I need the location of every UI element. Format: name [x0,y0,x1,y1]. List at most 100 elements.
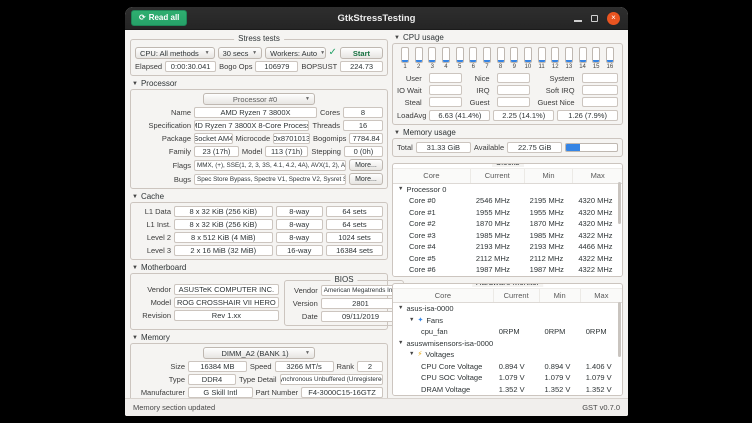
clock-current: 1987 MHz [471,265,525,274]
clocks-scrollbar[interactable] [618,182,621,224]
bogo-ops-label: Bogo Ops [219,62,252,71]
close-icon[interactable]: × [607,12,620,25]
processor-selector[interactable]: Processor #0 ▼ [203,93,315,105]
clock-row[interactable]: Core #5 2112 MHz 2112 MHz 4322 MHz [393,253,622,265]
sensor-min: 0.894 V [540,362,581,371]
cpu-method-dropdown[interactable]: CPU: All methods ▼ [135,47,215,59]
core-number: 14 [579,64,586,70]
cpu-core-bar: 9 [508,47,520,70]
revision-label: Revision [135,311,171,320]
maximize-icon[interactable] [591,15,598,22]
core-name: Core #4 [393,242,471,251]
expander-icon[interactable]: ▼ [409,318,414,324]
col-current[interactable]: Current [494,289,540,303]
cpu-core-bar: 11 [536,47,548,70]
cpu-core-bar: 6 [467,47,479,70]
bios-version-label: Version [288,299,318,308]
col-min[interactable]: Min [540,289,581,303]
core-name: Core #0 [393,196,471,205]
system-label: System [537,74,574,83]
family-label: Family [135,147,191,156]
bugs-more-button[interactable]: More... [349,173,383,185]
memory-expander[interactable]: ▼ Memory [132,333,388,342]
memory-usage-expander[interactable]: ▼ Memory usage [394,128,623,137]
read-all-button[interactable]: ⟳ Read all [131,10,187,26]
usage-bar [401,47,409,63]
clock-row[interactable]: Core #1 1955 MHz 1955 MHz 4320 MHz [393,207,622,219]
duration-dropdown[interactable]: 30 secs ▼ [218,47,263,59]
core-number: 7 [485,64,488,70]
col-min[interactable]: Min [525,169,574,183]
sensor-current: 1.079 V [494,373,540,382]
hwmon-sensor-row[interactable]: cpu_fan 0RPM 0RPM 0RPM [393,326,622,338]
cache-section: L1 Data 8 x 32 KiB (256 KiB) 8-way 64 se… [130,202,388,260]
processor-row: Name AMD Ryzen 7 3800X Cores 8 [135,107,383,118]
processor-section: Processor #0 ▼ Name AMD Ryzen 7 3800X Co… [130,89,388,189]
chevron-down-icon: ▼ [205,50,210,56]
sensor-current: 0RPM [494,327,540,336]
bogomips-value: 7784.84 [349,133,383,144]
expander-icon[interactable]: ▼ [398,187,403,193]
softirq-label: Soft IRQ [537,86,574,95]
chip-label: asuswmisensors-isa-0000 [406,339,493,348]
hwmon-chip-row[interactable]: ▼asuswmisensors-isa-0000 [393,338,622,350]
clock-row[interactable]: Core #4 2193 MHz 2193 MHz 4466 MHz [393,241,622,253]
guest-nice-value [582,97,618,107]
usage-bar [415,47,423,63]
clocks-group-row[interactable]: ▼Processor 0 [393,184,622,196]
workers-dropdown[interactable]: Workers: Auto ▼ [265,47,325,59]
hwmon-sensor-row[interactable]: CPU SOC Voltage 1.079 V 1.079 V 1.079 V [393,372,622,384]
cpu-core-bar: 7 [481,47,493,70]
core-number: 1 [403,64,406,70]
clock-row[interactable]: Core #2 1870 MHz 1870 MHz 4320 MHz [393,218,622,230]
clocks-table-header: Core Current Min Max [393,168,622,184]
start-button[interactable]: Start [340,47,383,59]
clock-row[interactable]: Core #6 1987 MHz 1987 MHz 4322 MHz [393,264,622,276]
cache-level-label: Level 3 [135,246,171,255]
col-max[interactable]: Max [573,169,622,183]
guest-label: Guest [470,98,490,107]
manufacturer-value: G Skill Intl [188,387,253,398]
dimm-selector[interactable]: DIMM_A2 (BANK 1) ▼ [203,347,315,359]
hwmon-scrollbar[interactable] [618,302,621,357]
cache-size-value: 8 x 512 KiB (4 MiB) [174,232,273,243]
cache-row: L1 Data 8 x 32 KiB (256 KiB) 8-way 64 se… [135,206,383,217]
expander-icon[interactable]: ▼ [409,352,414,358]
cache-expander[interactable]: ▼ Cache [132,192,388,201]
bopsust-value: 224.73 [340,61,383,72]
cpu-core-bar: 3 [426,47,438,70]
hwmon-chip-row[interactable]: ▼asus-isa-0000 [393,303,622,315]
motherboard-expander[interactable]: ▼ Motherboard [132,263,388,272]
col-max[interactable]: Max [581,289,622,303]
clock-row[interactable]: Core #3 1985 MHz 1985 MHz 4322 MHz [393,230,622,242]
statusbar: Memory section updated GST v0.7.0 [125,398,628,416]
expander-icon[interactable]: ▼ [398,306,403,312]
vendor-value: ASUSTeK COMPUTER INC. [174,284,279,295]
col-core[interactable]: Core [393,289,494,303]
col-current[interactable]: Current [471,169,525,183]
clock-current: 2112 MHz [471,254,525,263]
flags-more-button[interactable]: More... [349,159,383,171]
hwmon-sensor-row[interactable]: CPU Core Voltage 0.894 V 0.894 V 1.406 V [393,361,622,373]
sensor-name: CPU SOC Voltage [393,373,494,382]
stress-controls-row: CPU: All methods ▼ 30 secs ▼ Workers: Au… [135,47,383,59]
vendor-label: Vendor [135,285,171,294]
expander-icon: ▼ [132,265,138,271]
model-label: Model [242,147,262,156]
cache-ways-value: 8-way [276,232,323,243]
threads-value: 16 [343,120,383,131]
cpu-usage-expander[interactable]: ▼ CPU usage [394,33,623,42]
col-core[interactable]: Core [393,169,471,183]
clock-row[interactable]: Core #0 2546 MHz 2195 MHz 4320 MHz [393,195,622,207]
memory-usage-row: Total 31.33 GiB Available 22.75 GiB [397,142,618,153]
hwmon-sensor-row[interactable]: VDDP Voltage 0.556 V 0.545 V 0.556 V [393,395,622,396]
status-message: Memory section updated [133,403,215,412]
minimize-icon[interactable] [574,20,582,22]
expander-icon[interactable]: ▼ [398,341,403,347]
hwmon-sensor-row[interactable]: DRAM Voltage 1.352 V 1.352 V 1.352 V [393,384,622,396]
processor-expander[interactable]: ▼ Processor [132,79,388,88]
stress-tests-label: Stress tests [234,35,284,43]
hwmon-category-row[interactable]: ▼⚡Voltages [393,349,622,361]
hwmon-category-row[interactable]: ▼✦Fans [393,315,622,327]
core-number: 13 [566,64,573,70]
